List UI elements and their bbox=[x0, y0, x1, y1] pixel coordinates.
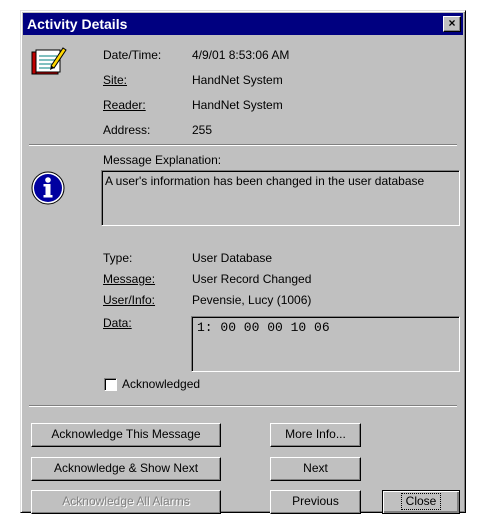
separator bbox=[29, 144, 457, 146]
type-label: Type: bbox=[103, 251, 133, 265]
next-button[interactable]: Next bbox=[270, 457, 361, 481]
separator bbox=[29, 405, 457, 407]
data-box[interactable]: 1: 00 00 00 10 06 bbox=[191, 316, 460, 372]
userinfo-value: Pevensie, Lucy (1006) bbox=[192, 293, 312, 307]
notebook-pencil-icon bbox=[31, 47, 67, 75]
more-info-button[interactable]: More Info... bbox=[270, 423, 361, 447]
message-value: User Record Changed bbox=[192, 272, 312, 286]
message-explanation-box: A user's information has been changed in… bbox=[101, 170, 460, 226]
info-icon bbox=[31, 171, 65, 205]
acknowledge-all-alarms-button[interactable]: Acknowledge All Alarms bbox=[31, 490, 221, 514]
message-explanation-label: Message Explanation: bbox=[103, 153, 222, 167]
reader-label: Reader: bbox=[103, 98, 146, 112]
close-button[interactable]: Close bbox=[382, 490, 460, 514]
window-title: Activity Details bbox=[27, 16, 128, 32]
data-value: 1: 00 00 00 10 06 bbox=[197, 320, 330, 335]
data-label: Data: bbox=[103, 316, 132, 330]
message-explanation-text: A user's information has been changed in… bbox=[105, 174, 425, 188]
userinfo-label: User/Info: bbox=[103, 293, 156, 307]
type-value: User Database bbox=[192, 251, 273, 265]
message-label: Message: bbox=[103, 272, 156, 286]
close-button-label: Close bbox=[400, 493, 442, 510]
previous-button[interactable]: Previous bbox=[270, 490, 361, 514]
activity-details-dialog: Activity Details × Date/Time: 4/9/01 8:5… bbox=[20, 10, 466, 514]
acknowledged-label[interactable]: Acknowledged bbox=[122, 377, 200, 391]
close-window-button[interactable]: × bbox=[443, 16, 461, 32]
reader-value: HandNet System bbox=[192, 98, 283, 112]
site-value: HandNet System bbox=[192, 73, 283, 87]
datetime-value: 4/9/01 8:53:06 AM bbox=[192, 48, 290, 62]
title-bar: Activity Details × bbox=[23, 13, 463, 35]
acknowledge-this-message-button[interactable]: Acknowledge This Message bbox=[31, 423, 221, 447]
acknowledge-and-show-next-button[interactable]: Acknowledge & Show Next bbox=[31, 457, 221, 481]
address-value: 255 bbox=[192, 123, 213, 137]
site-label: Site: bbox=[103, 73, 128, 87]
datetime-label: Date/Time: bbox=[103, 48, 162, 62]
address-label: Address: bbox=[103, 123, 151, 137]
acknowledged-checkbox[interactable] bbox=[104, 378, 117, 391]
